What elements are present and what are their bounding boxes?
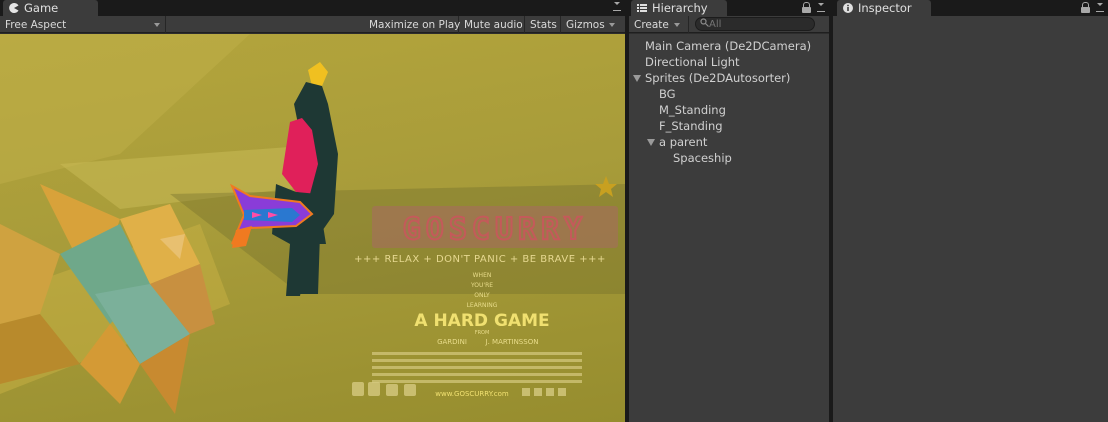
tree-item-label: a parent [659,135,708,149]
inspector-body [833,16,1108,422]
tab-game-label: Game [24,1,59,15]
hierarchy-tree: Main Camera (De2DCamera) Directional Lig… [629,34,829,422]
inspector-panel: Inspector [833,0,1108,422]
game-tabstrip: Game [0,0,625,16]
tree-item-label: Sprites (De2DAutosorter) [645,71,791,85]
poster-logo-text: GOSCURRY [403,212,588,247]
tab-hierarchy-label: Hierarchy [652,1,708,15]
tree-item-main-camera[interactable]: Main Camera (De2DCamera) [629,38,829,54]
tree-item-bg[interactable]: BG [629,86,829,102]
tree-item-spaceship[interactable]: Spaceship [629,150,829,166]
tab-hierarchy[interactable]: Hierarchy [631,0,727,16]
poster-small-text: ONLY [474,292,490,299]
foldout-expanded-icon[interactable] [633,74,641,82]
search-icon [700,18,709,30]
poster-small-text: WHEN [473,272,492,279]
tree-item-label: BG [659,87,676,101]
hierarchy-panel: Hierarchy Create Main Camera (De2DCamera… [629,0,829,422]
poster-url: www.GOSCURRY.com [435,390,509,398]
poster-headline: A HARD GAME [414,311,549,331]
poster-credit-right: J. MARTINSSON [485,338,539,346]
panel-menu-icon[interactable] [814,3,825,12]
hierarchy-tab-controls [802,2,825,13]
hierarchy-toolbar: Create [629,16,829,33]
tree-item-m-standing[interactable]: M_Standing [629,102,829,118]
tab-game[interactable]: Game [3,0,98,16]
game-panel: Game Free Aspect Maximize on Play Mute a… [0,0,625,422]
mute-label: Mute audio [464,18,523,31]
poster-small-text: LEARNING [467,302,498,309]
tree-item-a-parent[interactable]: a parent [629,134,829,150]
game-tab-controls [610,2,621,11]
panel-menu-icon[interactable] [610,2,621,11]
inspector-tabstrip: Inspector [833,0,1108,16]
foldout-expanded-icon[interactable] [647,138,655,146]
poster-tagline: +++ RELAX + DON'T PANIC + BE BRAVE +++ [354,254,606,265]
tree-item-label: F_Standing [659,119,723,133]
pacman-icon [9,3,19,13]
maximize-label: Maximize on Play [369,18,461,31]
tree-item-label: Directional Light [645,55,740,69]
tree-item-sprites[interactable]: Sprites (De2DAutosorter) [629,70,829,86]
chevron-down-icon [608,22,615,27]
panel-menu-icon[interactable] [1093,3,1104,12]
stats-label: Stats [530,18,557,31]
aspect-dropdown[interactable]: Free Aspect [0,16,166,33]
tree-item-label: Spaceship [673,151,732,165]
hierarchy-tabstrip: Hierarchy [629,0,829,16]
tab-inspector[interactable]: Inspector [837,0,931,16]
poster-small-text: YOU'RE [470,282,493,289]
tree-item-f-standing[interactable]: F_Standing [629,118,829,134]
poster-from: FROM [475,330,490,336]
aspect-label: Free Aspect [5,18,67,31]
lock-icon[interactable] [802,2,811,13]
create-label: Create [634,18,669,31]
poster-fine-print [372,352,582,383]
search-input[interactable] [709,18,799,30]
tree-item-label: Main Camera (De2DCamera) [645,39,812,53]
maximize-on-play-toggle[interactable]: Maximize on Play [364,16,461,33]
tree-item-directional-light[interactable]: Directional Light [629,54,829,70]
game-toolbar: Free Aspect Maximize on Play Mute audio … [0,16,625,33]
create-dropdown[interactable]: Create [629,16,689,33]
mute-audio-toggle[interactable]: Mute audio [459,16,525,33]
gizmos-dropdown[interactable]: Gizmos [561,16,625,33]
hierarchy-search[interactable] [695,17,815,31]
inspector-tab-controls [1081,2,1104,13]
chevron-down-icon [673,22,680,27]
list-icon [637,3,647,13]
game-viewport[interactable]: GOSCURRY +++ RELAX + DON'T PANIC + BE BR… [0,34,625,422]
gizmos-label: Gizmos [566,18,605,31]
stats-toggle[interactable]: Stats [525,16,561,33]
poster-credit-left: GARDINI [437,338,467,346]
info-icon [843,3,853,13]
chevron-down-icon [154,22,160,27]
game-scene: GOSCURRY +++ RELAX + DON'T PANIC + BE BR… [0,34,625,414]
poster-logo: GOSCURRY [372,206,618,248]
tree-item-label: M_Standing [659,103,726,117]
lock-icon[interactable] [1081,2,1090,13]
tab-inspector-label: Inspector [858,1,912,15]
